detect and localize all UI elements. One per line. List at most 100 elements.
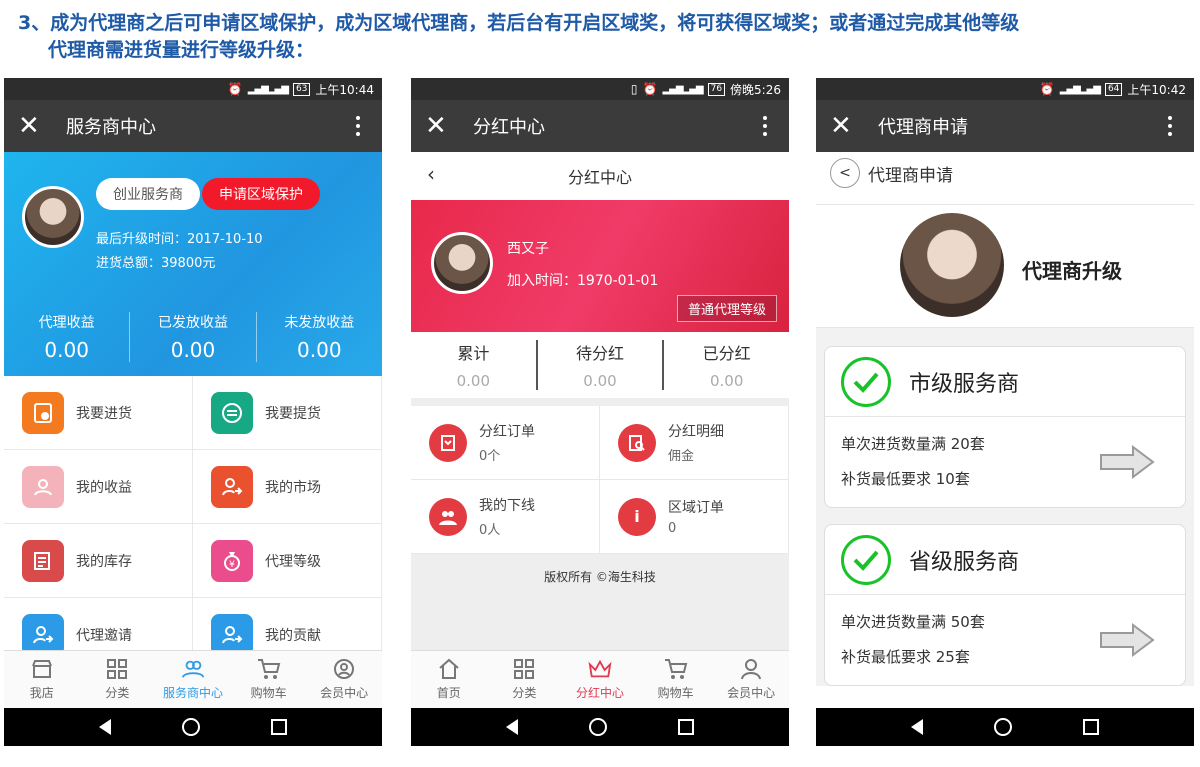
last-upgrade-time: 最后升级时间：2017-10-10 [96, 232, 263, 247]
android-nav-bar [411, 708, 789, 746]
purchase-icon [22, 391, 64, 434]
caption-line-1: 3、成为代理商之后可申请区域保护，成为区域代理商，若后台有开启区域奖，将可获得区… [18, 12, 1020, 34]
crown-icon [588, 658, 612, 680]
user-name: 西又子 [507, 241, 549, 257]
grid-item-dividend-orders[interactable]: 分红订单 0个 [411, 406, 600, 480]
home-icon[interactable] [588, 718, 607, 736]
instruction-caption: 3、成为代理商之后可申请区域保护，成为区域代理商，若后台有开启区域奖，将可获得区… [18, 10, 1188, 64]
grid-item-pickup[interactable]: 我要提货 [193, 376, 382, 450]
check-icon [841, 356, 891, 407]
title-bar: ✕ 代理商申请 [816, 100, 1194, 152]
startup-service-button[interactable]: 创业服务商 [96, 178, 200, 210]
info-icon: i [618, 497, 656, 536]
tab-cart[interactable]: 购物车 [231, 651, 307, 708]
detail-search-icon [618, 423, 656, 462]
more-menu-icon[interactable] [348, 116, 368, 136]
upgrade-heading: 代理商升级 [1022, 259, 1122, 283]
back-icon[interactable] [99, 719, 112, 735]
profile-section: 代理商升级 [816, 204, 1194, 328]
dividend-stats: 累计 0.00 待分红 0.00 已分红 0.00 [411, 332, 789, 406]
battery-icon: 63 [292, 82, 311, 96]
purchase-total: 进货总额：39800元 [96, 256, 216, 271]
level-title: 省级服务商 [909, 549, 1020, 575]
recent-apps-icon[interactable] [1082, 719, 1099, 735]
grid-item-inventory[interactable]: 我的库存 [4, 524, 193, 598]
back-icon[interactable] [911, 719, 924, 735]
sub-header: < 代理商申请 [816, 152, 1194, 194]
stat-paid: 已分红 0.00 [702, 344, 751, 390]
earnings-icon [22, 465, 64, 508]
close-icon[interactable]: ✕ [425, 113, 461, 139]
more-menu-icon[interactable] [755, 116, 775, 136]
grid-item-region-orders[interactable]: i 区域订单 0 [600, 480, 789, 554]
home-icon[interactable] [993, 718, 1012, 736]
avatar [431, 232, 493, 294]
tab-category[interactable]: 分类 [80, 651, 156, 708]
grid-item-purchase[interactable]: 我要进货 [4, 376, 193, 450]
sub-header: ‹ 分红中心 [411, 152, 789, 200]
profile-banner: 西又子 加入时间：1970-01-01 普通代理等级 [411, 200, 789, 332]
apply-region-protection-button[interactable]: 申请区域保护 [202, 178, 320, 210]
close-icon[interactable]: ✕ [830, 113, 866, 139]
level-card-city[interactable]: 市级服务商 单次进货数量满 20套 补货最低要求 10套 [824, 346, 1186, 508]
signal-icon: ▂▄▆▂▄▆ [662, 83, 703, 95]
money-bag-icon: ¥ [211, 539, 253, 582]
recent-apps-icon[interactable] [270, 719, 287, 735]
tab-service-center[interactable]: 服务商中心 [155, 651, 231, 708]
copyright: 版权所有 ©海生科技 [411, 554, 789, 650]
phone-screen-service-center: ⏰ ▂▄▆▂▄▆ 63 上午10:44 ✕ 服务商中心 创业服务商 申请区域保护… [4, 78, 382, 746]
agent-level-badge: 普通代理等级 [676, 295, 777, 322]
bottom-tab-bar: 我店 分类 服务商中心 购物车 会员中心 [4, 650, 382, 708]
bottom-tab-bar: 首页 分类 分红中心 购物车 会员中心 [411, 650, 789, 708]
android-nav-bar [4, 708, 382, 746]
level-title: 市级服务商 [909, 371, 1020, 397]
alarm-icon: ⏰ [1039, 82, 1055, 96]
grid-item-dividend-details[interactable]: 分红明细 佣金 [600, 406, 789, 480]
page-title: 代理商申请 [878, 117, 968, 138]
title-bar: ✕ 分红中心 [411, 100, 789, 152]
market-icon [211, 465, 253, 508]
stat-unpaid-earnings: 未发放收益 0.00 [284, 315, 355, 362]
status-bar: ⏰ ▂▄▆▂▄▆ 63 上午10:44 [4, 78, 382, 100]
avatar [900, 213, 1004, 317]
tab-cart[interactable]: 购物车 [638, 651, 714, 708]
chevron-left-icon[interactable]: ‹ [427, 162, 435, 186]
status-time: 上午10:44 [315, 82, 374, 97]
grid-item-market[interactable]: 我的市场 [193, 450, 382, 524]
grid-item-my-downline[interactable]: 我的下线 0人 [411, 480, 600, 554]
grid-item-agent-level[interactable]: ¥ 代理等级 [193, 524, 382, 598]
grid-icon [105, 658, 129, 680]
more-menu-icon[interactable] [1160, 116, 1180, 136]
tab-dividend-center[interactable]: 分红中心 [562, 651, 638, 708]
home-icon[interactable] [181, 718, 200, 736]
stat-agent-earnings: 代理收益 0.00 [4, 312, 131, 362]
users-icon [181, 658, 205, 680]
close-icon[interactable]: ✕ [18, 113, 54, 139]
order-icon [429, 423, 467, 462]
sub-header-title: 代理商申请 [868, 165, 953, 186]
tab-member-center[interactable]: 会员中心 [713, 651, 789, 708]
back-icon[interactable] [506, 719, 519, 735]
avatar [22, 186, 84, 248]
grid-item-earnings[interactable]: 我的收益 [4, 450, 193, 524]
tab-my-store[interactable]: 我店 [4, 651, 80, 708]
status-time: 傍晚5:26 [730, 82, 781, 97]
android-nav-bar [816, 708, 1194, 746]
stat-pending: 待分红 0.00 [538, 340, 665, 390]
alarm-icon: ⏰ [642, 82, 658, 96]
tab-member-center[interactable]: 会员中心 [306, 651, 382, 708]
arrow-right-icon[interactable] [1099, 445, 1155, 483]
dividend-grid: 分红订单 0个 分红明细 佣金 我的下线 0人 i 区域订单 0 [411, 406, 789, 554]
battery-icon: 64 [1104, 82, 1123, 96]
inventory-icon [22, 539, 64, 582]
house-icon [437, 658, 461, 680]
level-card-province[interactable]: 省级服务商 单次进货数量满 50套 补货最低要求 25套 [824, 524, 1186, 686]
tab-home[interactable]: 首页 [411, 651, 487, 708]
arrow-right-icon[interactable] [1099, 623, 1155, 661]
recent-apps-icon[interactable] [677, 719, 694, 735]
grid-icon [512, 658, 536, 680]
tab-category[interactable]: 分类 [487, 651, 563, 708]
alarm-icon: ⏰ [227, 82, 243, 96]
signal-icon: ▂▄▆▂▄▆ [1059, 83, 1101, 95]
back-circle-icon[interactable]: < [830, 158, 860, 188]
